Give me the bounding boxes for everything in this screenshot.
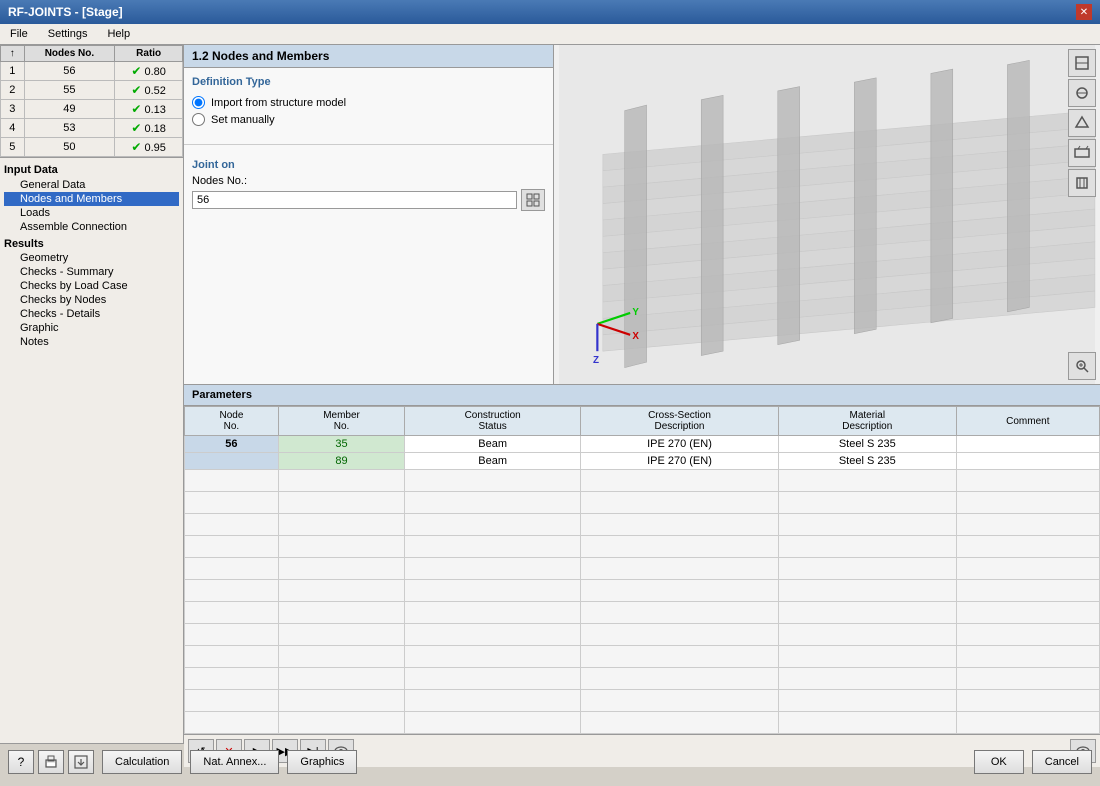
title-bar-buttons: ✕ [1076, 4, 1092, 20]
params-title: Parameters [184, 385, 1100, 406]
params-table: NodeNo. MemberNo. ConstructionStatus Cro… [184, 406, 1100, 734]
sidebar-item-notes[interactable]: Notes [4, 335, 179, 349]
params-row-empty [185, 712, 1100, 734]
sidebar-item-loads[interactable]: Loads [4, 206, 179, 220]
sidebar-item-checks-load[interactable]: Checks by Load Case [4, 279, 179, 293]
definition-type-label: Definition Type [192, 76, 545, 88]
table-row[interactable]: 4 53 ✔ 0.18 [1, 119, 183, 138]
print-button[interactable] [38, 750, 64, 774]
sidebar-item-general-data[interactable]: General Data [4, 178, 179, 192]
params-row-empty [185, 558, 1100, 580]
nodes-no-label: Nodes No.: [192, 175, 545, 187]
nodes-no-input[interactable] [192, 191, 517, 209]
nat-annex-button[interactable]: Nat. Annex... [190, 750, 279, 774]
col-comment: Comment [956, 407, 1099, 436]
table-row[interactable]: 3 49 ✔ 0.13 [1, 100, 183, 119]
viewport-btn-2[interactable] [1068, 79, 1096, 107]
sidebar-item-assemble[interactable]: Assemble Connection [4, 220, 179, 234]
col-nodes: Nodes No. [24, 46, 115, 62]
top-section: 1.2 Nodes and Members Definition Type Im… [184, 45, 1100, 385]
sidebar-item-nodes-members[interactable]: Nodes and Members [4, 192, 179, 206]
form-title: 1.2 Nodes and Members [184, 45, 553, 68]
left-panel: ↑ Nodes No. Ratio 1 56 ✔ 0.80 2 55 ✔ 0.5… [0, 45, 184, 743]
results-header: Results [4, 234, 179, 251]
viewport-btn-4[interactable] [1068, 139, 1096, 167]
table-row[interactable]: 1 56 ✔ 0.80 [1, 62, 183, 81]
params-row-empty [185, 602, 1100, 624]
nodes-no-row [192, 189, 545, 211]
radio-group: Import from structure model Set manually [192, 92, 545, 130]
scene-svg: 56 M35 M89 Y X Z [554, 45, 1100, 384]
joint-on-label: Joint on [192, 159, 545, 171]
menu-file[interactable]: File [4, 26, 34, 42]
col-cross-section: Cross-SectionDescription [581, 407, 779, 436]
params-row-2[interactable]: 89 Beam IPE 270 (EN) Steel S 235 [185, 453, 1100, 470]
input-data-header: Input Data [4, 162, 179, 178]
graphics-button[interactable]: Graphics [287, 750, 357, 774]
window-title: RF-JOINTS - [Stage] [8, 5, 123, 19]
calculation-button[interactable]: Calculation [102, 750, 182, 774]
help-button[interactable]: ? [8, 750, 34, 774]
left-nav: Input Data General Data Nodes and Member… [0, 158, 183, 743]
menu-settings[interactable]: Settings [42, 26, 94, 42]
table-row[interactable]: 2 55 ✔ 0.52 [1, 81, 183, 100]
params-row-empty [185, 690, 1100, 712]
sidebar-item-geometry[interactable]: Geometry [4, 251, 179, 265]
params-row-empty [185, 668, 1100, 690]
svg-text:X: X [632, 331, 639, 342]
zoom-button[interactable] [1068, 352, 1096, 380]
params-row-empty [185, 536, 1100, 558]
viewport-zoom-btn [1068, 352, 1096, 380]
viewport-toolbar [1068, 49, 1096, 197]
params-row-empty [185, 470, 1100, 492]
radio-import[interactable]: Import from structure model [192, 96, 545, 109]
select-icon [526, 193, 540, 207]
sidebar-item-checks-nodes[interactable]: Checks by Nodes [4, 293, 179, 307]
params-row-empty [185, 580, 1100, 602]
title-bar: RF-JOINTS - [Stage] ✕ [0, 0, 1100, 24]
joint-on-section: Joint on Nodes No.: [184, 151, 553, 219]
sidebar-item-checks-summary[interactable]: Checks - Summary [4, 265, 179, 279]
export-button[interactable] [68, 750, 94, 774]
col-ratio: Ratio [115, 46, 183, 62]
table-row[interactable]: 5 50 ✔ 0.95 [1, 138, 183, 157]
definition-type-section: Definition Type Import from structure mo… [184, 68, 553, 138]
left-table: ↑ Nodes No. Ratio 1 56 ✔ 0.80 2 55 ✔ 0.5… [0, 45, 183, 158]
params-area: Parameters NodeNo. MemberNo. Constructio… [184, 385, 1100, 767]
form-area: 1.2 Nodes and Members Definition Type Im… [184, 45, 554, 384]
viewport[interactable]: 56 M35 M89 Y X Z [554, 45, 1100, 384]
svg-text:Z: Z [593, 355, 599, 366]
cancel-button[interactable]: Cancel [1032, 750, 1092, 774]
params-row-empty [185, 514, 1100, 536]
viewport-btn-1[interactable] [1068, 49, 1096, 77]
viewport-btn-3[interactable] [1068, 109, 1096, 137]
ok-button[interactable]: OK [974, 750, 1024, 774]
params-row-1[interactable]: 56 35 Beam IPE 270 (EN) Steel S 235 [185, 436, 1100, 453]
params-row-empty [185, 646, 1100, 668]
radio-manual[interactable]: Set manually [192, 113, 545, 126]
svg-text:Y: Y [632, 307, 639, 318]
col-material: MaterialDescription [778, 407, 956, 436]
params-row-empty [185, 624, 1100, 646]
right-panel: 1.2 Nodes and Members Definition Type Im… [184, 45, 1100, 743]
sidebar-item-graphic[interactable]: Graphic [4, 321, 179, 335]
main-container: ↑ Nodes No. Ratio 1 56 ✔ 0.80 2 55 ✔ 0.5… [0, 45, 1100, 743]
col-num: ↑ [1, 46, 25, 62]
sidebar-item-checks-details[interactable]: Checks - Details [4, 307, 179, 321]
col-construction: ConstructionStatus [405, 407, 581, 436]
params-row-empty [185, 492, 1100, 514]
params-table-wrapper: NodeNo. MemberNo. ConstructionStatus Cro… [184, 406, 1100, 734]
bottom-left: ? [8, 750, 94, 774]
close-button[interactable]: ✕ [1076, 4, 1092, 20]
col-member-no: MemberNo. [278, 407, 404, 436]
col-node-no: NodeNo. [185, 407, 279, 436]
select-node-button[interactable] [521, 189, 545, 211]
viewport-btn-5[interactable] [1068, 169, 1096, 197]
menu-bar: File Settings Help [0, 24, 1100, 45]
menu-help[interactable]: Help [101, 26, 136, 42]
